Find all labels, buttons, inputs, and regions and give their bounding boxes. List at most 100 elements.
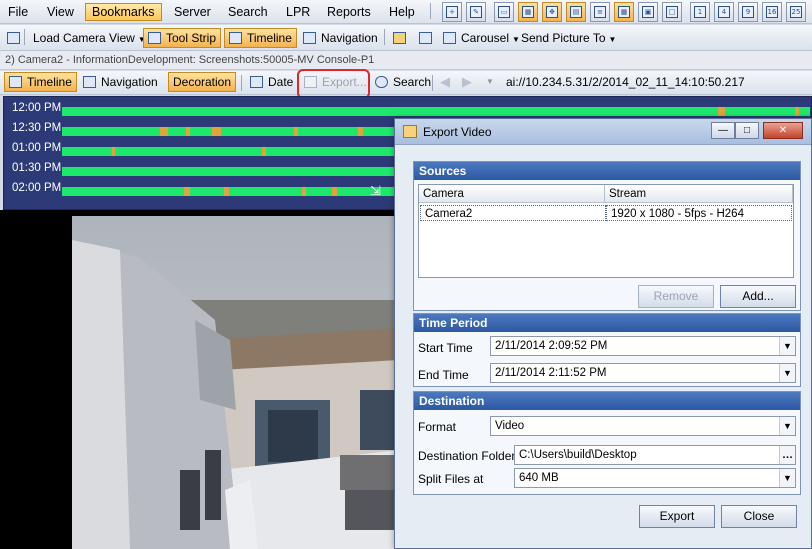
menu-server[interactable]: Server (168, 3, 217, 21)
tool-strip-button[interactable]: Tool Strip (143, 28, 222, 48)
history-dropdown-icon[interactable]: ▼ (486, 77, 494, 86)
camera-video-view[interactable] (0, 210, 400, 549)
camera-view-icon[interactable] (414, 28, 436, 48)
menu-search[interactable]: Search (222, 3, 274, 21)
timeline-toggle-button[interactable]: Timeline (224, 28, 297, 48)
camera-toolbar: Timeline Navigation Decoration Date Expo… (0, 71, 812, 95)
chevron-down-icon[interactable]: ▼ (779, 469, 795, 487)
decoration-button[interactable]: Decoration (168, 72, 237, 92)
table-icon[interactable]: ▦ (614, 2, 634, 22)
menu-file[interactable]: File (2, 3, 34, 21)
send-picture-to-label: Send Picture To (521, 31, 606, 45)
destination-folder-label: Destination Folder (418, 449, 516, 463)
split-files-label: Split Files at (418, 472, 484, 486)
timeline-icon (9, 76, 22, 88)
list-icon[interactable]: ≡ (590, 2, 610, 22)
format-select[interactable]: Video ▼ (490, 416, 796, 436)
camera-column-header[interactable]: Camera (419, 185, 605, 203)
decoration-label: Decoration (173, 75, 232, 89)
navigation-toggle-button[interactable]: Navigation (298, 28, 383, 48)
lock-icon[interactable] (388, 28, 410, 48)
add-source-button[interactable]: Add... (720, 285, 796, 308)
chevron-down-icon[interactable]: ▼ (779, 417, 795, 435)
timeline-icon (229, 32, 242, 44)
date-label: Date (268, 75, 294, 89)
start-time-label: Start Time (418, 341, 473, 355)
tool-strip-icon (148, 32, 161, 44)
menu-view[interactable]: View (41, 3, 80, 21)
timeline-row: 12:00 PM (4, 99, 812, 119)
edit-icon[interactable]: ✎ (466, 2, 486, 22)
menu-bookmarks[interactable]: Bookmarks (85, 3, 162, 21)
destination-folder-input[interactable]: C:\Users\build\Desktop … (514, 445, 796, 465)
layout-icon[interactable]: ▤ (566, 2, 586, 22)
separator (432, 75, 433, 91)
camera-navigation-button[interactable]: Navigation (78, 72, 163, 92)
tool-strip-label: Tool Strip (166, 31, 217, 45)
close-window-button[interactable]: ✕ (763, 122, 803, 139)
timeline-row-label: 01:00 PM (12, 142, 62, 154)
navigation-icon (83, 76, 96, 88)
source-camera-cell[interactable]: Camera2 (420, 205, 606, 221)
layout-4-icon[interactable]: 4 (714, 2, 734, 22)
menu-reports[interactable]: Reports (321, 3, 377, 21)
search-button[interactable]: Search (370, 72, 436, 92)
layout-16-icon[interactable]: 16 (762, 2, 782, 22)
chevron-down-icon[interactable]: ▼ (779, 337, 795, 355)
add-camera-icon[interactable]: + (442, 2, 462, 22)
forward-arrow-icon[interactable]: ▶ (462, 74, 472, 90)
source-stream-cell[interactable]: 1920 x 1080 - 5fps - H264 (606, 205, 792, 221)
search-icon (375, 76, 388, 88)
remove-button[interactable]: Remove (638, 285, 714, 308)
save-icon[interactable] (2, 28, 24, 48)
ptz-icon[interactable]: ✥ (542, 2, 562, 22)
grid-icon[interactable]: ▦ (518, 2, 538, 22)
dialog-app-icon (403, 125, 417, 138)
destination-folder-value: C:\Users\build\Desktop (519, 449, 637, 461)
end-time-value: 2/11/2014 2:11:52 PM (495, 367, 607, 379)
export-video-button[interactable]: Export (639, 505, 715, 528)
sources-heading: Sources (414, 162, 800, 180)
address-field[interactable]: ai://10.234.5.31/2/2014_02_11_14:10:50.2… (506, 75, 745, 89)
date-button[interactable]: Date (245, 72, 298, 92)
split-files-value: 640 MB (519, 472, 559, 484)
monitor-icon[interactable]: ▭ (494, 2, 514, 22)
destination-heading: Destination (414, 392, 800, 410)
end-time-picker[interactable]: 2/11/2014 2:11:52 PM ▼ (490, 363, 796, 383)
sources-grid[interactable]: Camera Stream Camera2 1920 x 1080 - 5fps… (418, 184, 794, 278)
layout-1-icon[interactable]: 1 (690, 2, 710, 22)
timeline-label: Timeline (247, 31, 292, 45)
load-camera-view-button[interactable]: Load Camera View ▼ (28, 28, 151, 48)
timeline-row-label: 12:30 PM (12, 122, 62, 134)
chevron-down-icon[interactable]: ▼ (779, 364, 795, 382)
dialog-titlebar[interactable]: Export Video — □ ✕ (395, 119, 811, 145)
separator (241, 75, 242, 91)
export-video-dialog: Export Video — □ ✕ Sources Camera Stream… (394, 118, 812, 549)
camera-timeline-button[interactable]: Timeline (4, 72, 77, 92)
timeline-row-label: 12:00 PM (12, 102, 62, 114)
panel-icon[interactable]: ▣ (638, 2, 658, 22)
timeline-track[interactable] (62, 107, 810, 116)
window-icon[interactable]: □ (662, 2, 682, 22)
split-files-select[interactable]: 640 MB ▼ (514, 468, 796, 488)
start-time-picker[interactable]: 2/11/2014 2:09:52 PM ▼ (490, 336, 796, 356)
sources-group: Sources Camera Stream Camera2 1920 x 108… (413, 161, 801, 311)
stream-column-header[interactable]: Stream (605, 185, 793, 203)
back-arrow-icon[interactable]: ◀ (440, 74, 450, 90)
close-dialog-button[interactable]: Close (721, 505, 797, 528)
send-picture-to-button[interactable]: Send Picture To ▼ (516, 28, 621, 48)
carousel-icon (443, 32, 456, 44)
layout-25-icon[interactable]: 25 (786, 2, 806, 22)
separator (24, 29, 25, 45)
menu-help[interactable]: Help (383, 3, 421, 21)
minimize-button[interactable]: — (711, 122, 735, 139)
maximize-button[interactable]: □ (735, 122, 759, 139)
browse-icon[interactable]: … (779, 446, 795, 464)
carousel-button[interactable]: Carousel ▼ (438, 28, 525, 48)
dialog-title: Export Video (423, 125, 492, 139)
start-time-value: 2/11/2014 2:09:52 PM (495, 340, 608, 352)
layout-9-icon[interactable]: 9 (738, 2, 758, 22)
load-camera-view-label: Load Camera View (33, 31, 135, 45)
menu-bar: File View Bookmarks Server Search LPR Re… (0, 0, 812, 24)
menu-lpr[interactable]: LPR (280, 3, 316, 21)
